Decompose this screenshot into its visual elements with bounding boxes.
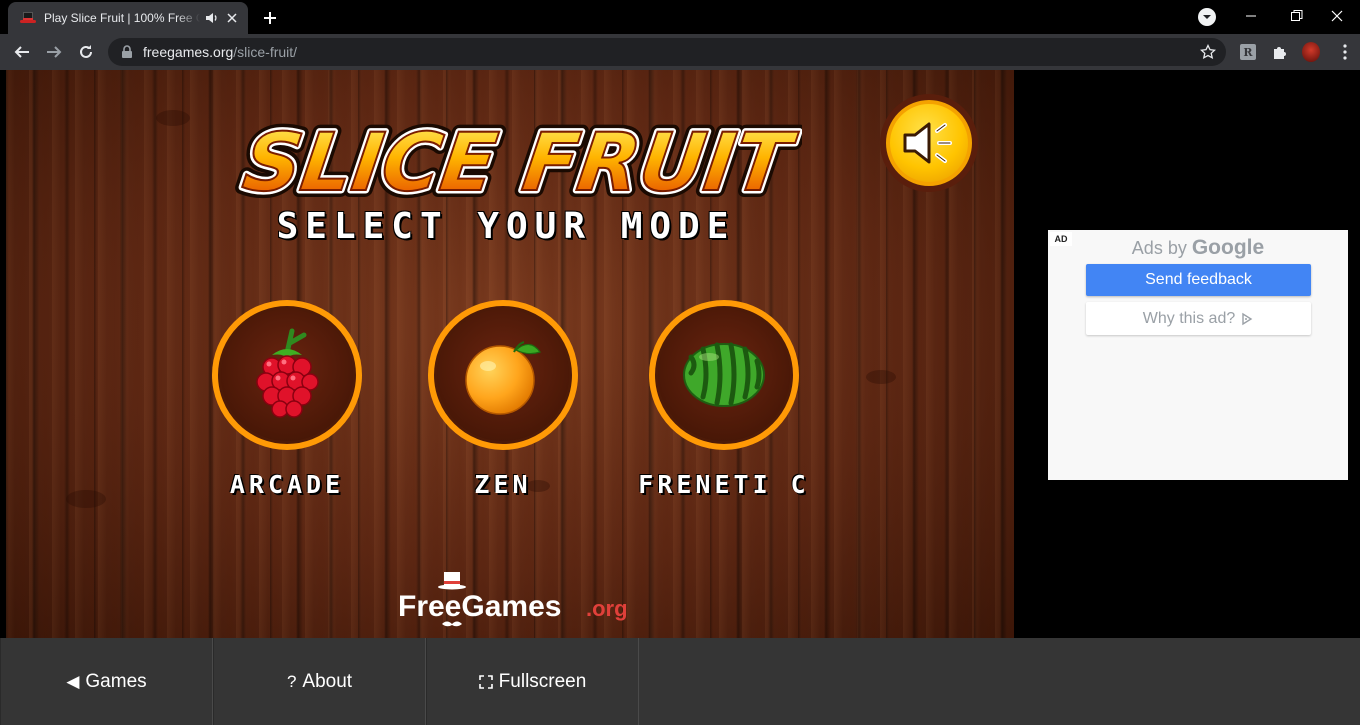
raspberry-icon	[256, 328, 319, 418]
why-this-ad-label: Why this ad?	[1142, 309, 1236, 327]
more-menu-icon[interactable]	[1336, 43, 1354, 61]
fullscreen-icon	[478, 674, 493, 689]
about-label: About	[302, 670, 353, 692]
extension-r-icon[interactable]: R	[1239, 43, 1257, 61]
mode-zen-label: ZEN	[474, 470, 532, 499]
orange-icon	[465, 341, 541, 415]
freegames-wordmark: FreeGames	[398, 590, 561, 623]
url-host: freegames.org	[143, 44, 234, 60]
new-tab-button[interactable]	[258, 6, 282, 30]
about-button[interactable]: ? About	[213, 638, 426, 725]
back-arrow-icon[interactable]	[8, 38, 36, 66]
minimize-icon[interactable]	[1228, 0, 1274, 32]
bottom-nav-bar: ◀ Games ? About Fullscreen	[0, 638, 1360, 725]
game-canvas[interactable]: SLICE FRUIT SLICE FRUIT SLICE FRUIT SELE…	[6, 70, 1014, 638]
page-content: SLICE FRUIT SLICE FRUIT SLICE FRUIT SELE…	[0, 70, 1360, 725]
select-mode-heading: SELECT YOUR MODE	[276, 206, 736, 247]
tab-title: Play Slice Fruit | 100% Free Online Game	[44, 11, 200, 25]
close-window-icon[interactable]	[1314, 0, 1360, 32]
fullscreen-label: Fullscreen	[498, 670, 587, 692]
tab-strip: Play Slice Fruit | 100% Free Online Game	[0, 0, 1360, 34]
mode-frenetic-button[interactable]: FRENETI C	[638, 300, 806, 499]
ad-panel: AD Ads by Google Send feedback Why this …	[1048, 230, 1348, 480]
close-tab-icon[interactable]	[224, 10, 240, 26]
games-label: Games	[85, 670, 147, 692]
slice-fruit-logo: SLICE FRUIT SLICE FRUIT SLICE FRUIT	[231, 112, 802, 212]
mode-frenetic-label: FRENETI C	[638, 470, 810, 499]
google-logo: Google	[1191, 236, 1265, 259]
watermelon-icon	[683, 342, 765, 407]
question-icon: ?	[286, 671, 297, 691]
ads-by-label: Ads by	[1131, 238, 1187, 258]
speaker-icon[interactable]	[204, 10, 220, 26]
freegames-favicon-icon	[20, 10, 36, 26]
why-this-ad-button[interactable]: Why this ad?	[1086, 302, 1311, 335]
triangle-left-icon: ◀	[66, 671, 80, 691]
speaker-icon	[903, 122, 952, 164]
fullscreen-button[interactable]: Fullscreen	[426, 638, 639, 725]
mode-arcade-label: ARCADE	[229, 470, 345, 499]
mode-arcade-button[interactable]: ARCADE	[212, 300, 362, 499]
game-title: SLICE FRUIT	[238, 115, 802, 209]
games-button[interactable]: ◀ Games	[0, 638, 213, 725]
lock-icon[interactable]	[120, 45, 134, 59]
send-feedback-button[interactable]: Send feedback	[1086, 264, 1311, 296]
profile-avatar[interactable]	[1302, 42, 1320, 62]
reload-icon[interactable]	[72, 38, 100, 66]
extensions-puzzle-icon[interactable]	[1271, 43, 1289, 61]
browser-toolbar: freegames.org/slice-fruit/ R	[0, 34, 1360, 70]
bookmark-star-icon[interactable]	[1200, 44, 1216, 60]
mode-zen-button[interactable]: ZEN	[428, 300, 578, 499]
ads-by-google: Ads by Google	[1048, 236, 1348, 260]
tab-search-icon[interactable]	[1198, 8, 1216, 26]
freegames-logo: FreeGames .org	[398, 572, 628, 627]
url-path: /slice-fruit/	[233, 44, 298, 60]
address-bar[interactable]: freegames.org/slice-fruit/	[108, 38, 1226, 66]
freegames-tld: .org	[586, 596, 628, 621]
browser-tab[interactable]: Play Slice Fruit | 100% Free Online Game	[8, 2, 248, 34]
sound-toggle-button[interactable]	[880, 94, 978, 192]
adchoices-icon	[1242, 312, 1253, 325]
forward-arrow-icon[interactable]	[40, 38, 68, 66]
